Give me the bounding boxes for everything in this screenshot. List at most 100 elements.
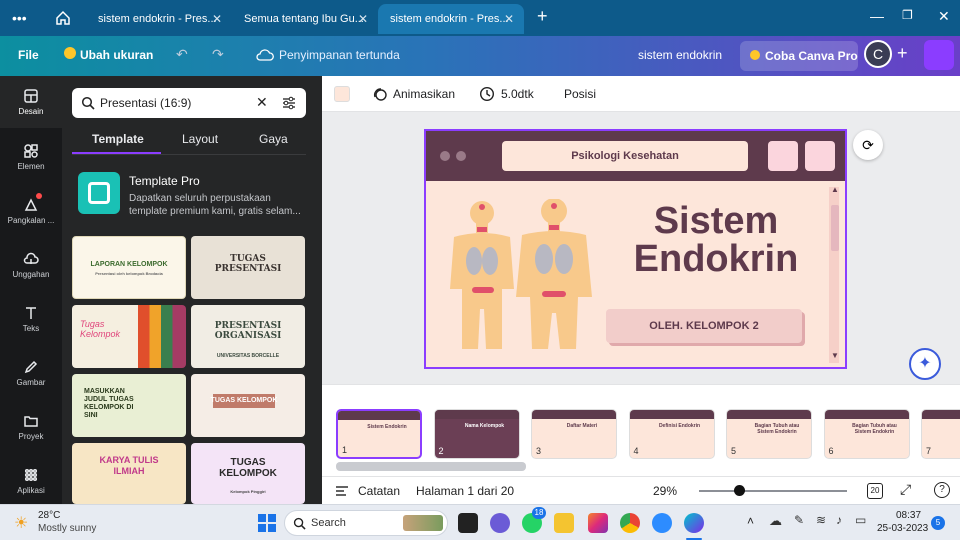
slide-byline[interactable]: OLEH. KELOMPOK 2 [606, 309, 802, 343]
browser-tab-active[interactable]: sistem endokrin - Pres... ✕ [378, 4, 524, 34]
zoom-app-icon[interactable] [652, 513, 672, 533]
windows-start-icon[interactable] [258, 514, 276, 532]
tab-template[interactable]: Template [92, 132, 144, 146]
browser-tab[interactable]: sistem endokrin - Pres... ✕ [86, 4, 232, 34]
template-thumbnail[interactable]: PRESENTASI ORGANISASI UNIVERSITAS BORCEL… [191, 305, 305, 368]
template-thumbnail[interactable]: TUGAS KELOMPOK [191, 374, 305, 437]
restore-icon[interactable]: ❐ [902, 8, 913, 22]
clear-search-icon[interactable]: ✕ [256, 94, 268, 111]
browser-tab-bar: ••• sistem endokrin - Pres... ✕ Semua te… [0, 0, 960, 36]
animate-button[interactable]: Animasikan [393, 87, 455, 101]
page-thumbnail[interactable]: Definisi Endokrin 4 [628, 409, 715, 459]
magic-sparkle-icon[interactable]: ✦ [909, 348, 941, 380]
pen-tray-icon[interactable]: ✎ [794, 513, 804, 527]
page-thumb-header [532, 410, 616, 419]
strip-scrollbar[interactable] [336, 462, 526, 471]
volume-icon[interactable]: ♪ [836, 513, 842, 527]
zoom-slider-thumb[interactable] [734, 485, 745, 496]
task-view-icon[interactable] [458, 513, 478, 533]
chrome-icon[interactable] [620, 513, 640, 533]
templates-panel: ✕ Template Layout Gaya Template Pro Dapa… [62, 76, 322, 504]
share-button[interactable] [924, 40, 954, 70]
help-button[interactable]: ? [934, 482, 950, 498]
template-thumbnail[interactable]: Tugas Kelompok [72, 305, 186, 368]
teams-icon[interactable] [490, 513, 510, 533]
template-thumbnail[interactable]: TUGAS PRESENTASI [191, 236, 305, 299]
slide-1[interactable]: Psikologi Kesehatan ▲ ▼ Sistem Endokrin … [424, 129, 847, 369]
tab-layout[interactable]: Layout [182, 132, 218, 146]
minimize-icon[interactable]: — [870, 8, 884, 24]
search-input[interactable] [100, 94, 250, 112]
clock-time[interactable]: 08:37 [896, 510, 921, 521]
redo-icon[interactable]: ↷ [212, 46, 224, 63]
browser-tab[interactable]: Semua tentang Ibu Gu... ✕ [232, 4, 378, 34]
notes-button[interactable]: Catatan [358, 484, 400, 498]
file-menu[interactable]: File [18, 48, 39, 62]
page-thumbnail[interactable]: Daftar Materi 3 [531, 409, 617, 459]
close-icon[interactable]: ✕ [358, 12, 368, 26]
background-color-swatch[interactable] [334, 86, 350, 102]
filter-sliders-icon[interactable] [282, 96, 296, 110]
window-button [768, 141, 798, 171]
notification-badge[interactable]: 5 [931, 516, 945, 530]
avatar[interactable]: C [864, 40, 892, 68]
slide-title-line1[interactable]: Sistem [616, 202, 816, 240]
zoom-level[interactable]: 29% [653, 484, 677, 498]
save-status: Penyimpanan tertunda [279, 48, 400, 62]
taskbar-search[interactable]: Search [284, 510, 448, 536]
template-thumbnail[interactable]: TUGAS KELOMPOK Kelompok Pinggiri [191, 443, 305, 504]
instagram-icon[interactable] [588, 513, 608, 533]
layout-icon [24, 89, 38, 103]
page-thumb-title: Daftar Materi [566, 423, 598, 429]
rail-item-projects[interactable]: Proyek [0, 401, 62, 453]
new-tab-button[interactable]: + [537, 6, 548, 27]
browser-menu-icon[interactable]: ••• [12, 10, 27, 26]
page-thumbnail[interactable]: 7 [921, 409, 960, 459]
page-indicator[interactable]: Halaman 1 dari 20 [416, 484, 514, 498]
template-pro-title[interactable]: Template Pro [129, 174, 200, 188]
wifi-icon[interactable]: ≋ [816, 513, 826, 527]
home-icon[interactable] [55, 10, 71, 26]
close-icon[interactable]: ✕ [504, 12, 514, 26]
fullscreen-icon[interactable]: ⤢ [900, 481, 911, 498]
slide-header-label[interactable]: Psikologi Kesehatan [502, 141, 748, 171]
try-pro-button[interactable]: Coba Canva Pro [740, 41, 858, 71]
add-member-button[interactable]: + [897, 43, 908, 64]
rail-item-apps[interactable]: Aplikasi [0, 455, 62, 507]
close-icon[interactable]: ✕ [212, 12, 222, 26]
template-thumbnail[interactable]: LAPORAN KELOMPOK Presentasi oleh kelompo… [72, 236, 186, 299]
weather-text[interactable]: Mostly sunny [38, 523, 96, 534]
position-button[interactable]: Posisi [564, 87, 596, 101]
zoom-slider-track[interactable] [699, 490, 847, 492]
document-title[interactable]: sistem endokrin [638, 48, 722, 62]
comment-add-icon[interactable]: ⟳ [853, 130, 883, 160]
page-thumbnail[interactable]: Bagian Tubuh atau Sistem Endokrin 5 [726, 409, 812, 459]
rail-item-elements[interactable]: Elemen [0, 131, 62, 183]
tray-chevron-up-icon[interactable]: ˄ [747, 514, 754, 528]
canva-app-icon[interactable] [684, 513, 704, 533]
cloud-tray-icon[interactable]: ☁ [769, 513, 782, 529]
page-count-button[interactable]: 20 [867, 483, 883, 499]
page-thumbnail[interactable]: Bagian Tubuh atau Sistem Endokrin 6 [823, 409, 910, 459]
tab-style[interactable]: Gaya [259, 132, 288, 146]
window-close-icon[interactable]: ✕ [938, 8, 950, 25]
shapes-icon [24, 144, 38, 158]
clock-date[interactable]: 25-03-2023 [877, 523, 928, 534]
file-explorer-icon[interactable] [554, 513, 574, 533]
duration-button[interactable]: 5.0dtk [501, 87, 534, 101]
rail-item-text[interactable]: Teks [0, 293, 62, 345]
undo-icon[interactable]: ↶ [176, 46, 188, 63]
page-thumbnail[interactable]: Nama Kelompok 2 [433, 409, 520, 459]
rail-item-brand[interactable]: Pangkalan ... [0, 185, 62, 237]
rail-item-draw[interactable]: Gambar [0, 347, 62, 399]
battery-icon[interactable]: ▭ [855, 513, 866, 527]
weather-temp[interactable]: 28°C [38, 510, 60, 521]
rail-item-design[interactable]: Desain [0, 76, 62, 128]
slide-title-line2[interactable]: Endokrin [616, 240, 816, 278]
template-thumbnail[interactable]: MASUKKAN JUDUL TUGAS KELOMPOK DI SINI [72, 374, 186, 437]
resize-button[interactable]: Ubah ukuran [80, 48, 153, 62]
page-number: 6 [828, 446, 834, 456]
page-thumbnail[interactable]: Sistem Endokrin 1 [336, 409, 422, 459]
rail-item-uploads[interactable]: Unggahan [0, 239, 62, 291]
template-thumbnail[interactable]: KARYA TULIS ILMIAH [72, 443, 186, 504]
